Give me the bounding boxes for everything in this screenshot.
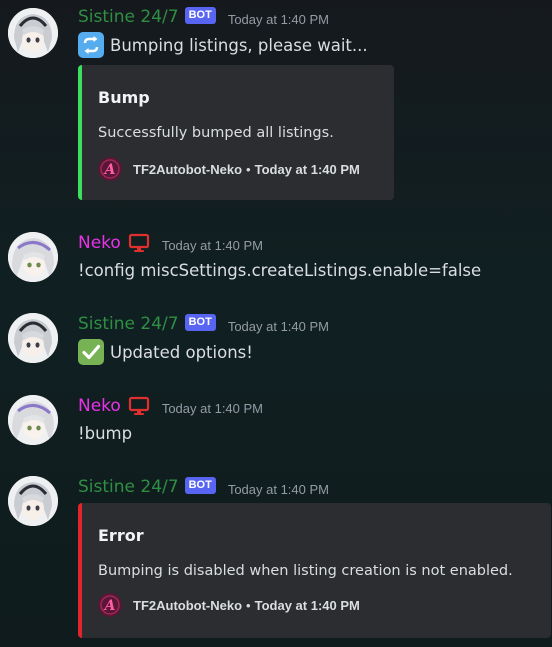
message-timestamp[interactable]: Today at 1:40 PM (228, 319, 329, 334)
author-name[interactable]: Sistine 24/7 (78, 7, 179, 27)
author-name[interactable]: Sistine 24/7 (78, 477, 179, 497)
svg-text:A: A (103, 598, 116, 614)
embed-description: Successfully bumped all listings. (98, 125, 334, 141)
avatar[interactable] (8, 313, 58, 363)
embed-footer-name: TF2Autobot-Neko (133, 597, 243, 613)
message-content: !bump (78, 421, 132, 445)
avatar[interactable] (8, 8, 58, 58)
avatar[interactable] (8, 476, 58, 526)
embed-description: Bumping is disabled when listing creatio… (98, 563, 513, 579)
bot-logo-icon: A (98, 157, 122, 181)
message-header: Neko Today at 1:40 PM (78, 232, 263, 254)
message-content: Updated options! (78, 338, 253, 366)
message-timestamp[interactable]: Today at 1:40 PM (228, 12, 329, 27)
embed-title: Bump (98, 88, 150, 107)
embed-bump: Bump Successfully bumped all listings. A… (78, 65, 394, 200)
embed-footer-time: Today at 1:40 PM (254, 597, 360, 613)
embed-footer-separator: • (246, 597, 251, 613)
embed-footer-time: Today at 1:40 PM (254, 161, 360, 177)
monitor-icon (128, 396, 150, 416)
message-text: !config miscSettings.createListings.enab… (78, 260, 482, 280)
message-bump-command: Neko Today at 1:40 PM !bump (0, 390, 552, 450)
message-timestamp[interactable]: Today at 1:40 PM (228, 482, 329, 497)
svg-text:A: A (103, 162, 116, 178)
message-timestamp[interactable]: Today at 1:40 PM (162, 401, 263, 416)
bot-badge: BOT (184, 6, 216, 24)
message-updated: Sistine 24/7 BOT Today at 1:40 PM Update… (0, 308, 552, 368)
message-header: Neko Today at 1:40 PM (78, 395, 263, 417)
message-bump: Sistine 24/7 BOT Today at 1:40 PM Bumpin… (0, 0, 552, 210)
message-content: !config miscSettings.createListings.enab… (78, 258, 481, 282)
embed-footer: A TF2Autobot-Neko • Today at 1:40 PM (98, 156, 360, 182)
message-header: Sistine 24/7 BOT Today at 1:40 PM (78, 476, 329, 498)
embed-footer-name: TF2Autobot-Neko (133, 161, 243, 177)
embed-footer: A TF2Autobot-Neko • Today at 1:40 PM (98, 592, 360, 618)
message-text: Updated options! (110, 342, 253, 362)
repeat-arrows-icon (78, 32, 104, 58)
author-name[interactable]: Neko (78, 233, 121, 253)
bot-logo-icon: A (98, 593, 122, 617)
check-mark-icon (78, 339, 104, 365)
bot-badge: BOT (184, 476, 216, 494)
chat-log: Sistine 24/7 BOT Today at 1:40 PM Bumpin… (0, 0, 552, 647)
message-text: !bump (78, 423, 133, 443)
embed-footer-separator: • (246, 161, 251, 177)
embed-error: Error Bumping is disabled when listing c… (78, 503, 551, 638)
message-header: Sistine 24/7 BOT Today at 1:40 PM (78, 313, 329, 335)
avatar[interactable] (8, 395, 58, 445)
message-timestamp[interactable]: Today at 1:40 PM (162, 238, 263, 253)
bot-badge: BOT (184, 313, 216, 331)
author-name[interactable]: Sistine 24/7 (78, 314, 179, 334)
monitor-icon (128, 233, 150, 253)
message-config: Neko Today at 1:40 PM !config miscSettin… (0, 226, 552, 286)
embed-accent-bar (78, 65, 82, 200)
embed-title: Error (98, 526, 144, 545)
message-header: Sistine 24/7 BOT Today at 1:40 PM (78, 6, 329, 28)
message-error: Sistine 24/7 BOT Today at 1:40 PM Error … (0, 470, 552, 647)
message-content: Bumping listings, please wait... (78, 31, 368, 59)
embed-accent-bar (78, 503, 82, 638)
author-name[interactable]: Neko (78, 396, 121, 416)
message-text: Bumping listings, please wait... (110, 35, 368, 55)
avatar[interactable] (8, 232, 58, 282)
